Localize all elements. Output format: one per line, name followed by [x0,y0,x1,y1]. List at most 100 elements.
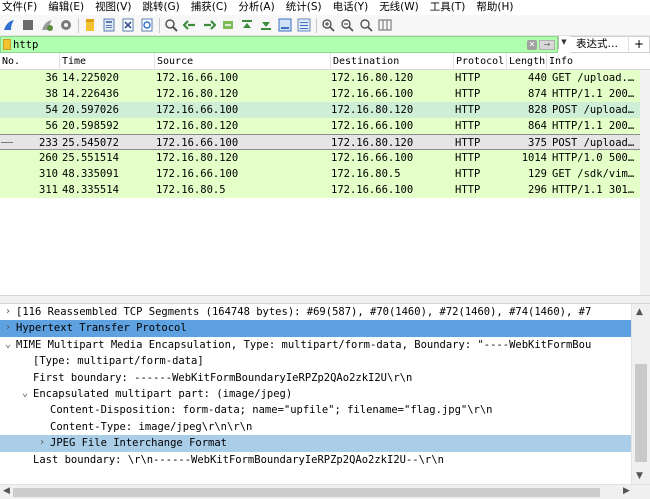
restart-icon[interactable] [39,17,55,33]
packet-destination: 172.16.66.100 [331,88,414,100]
go-back-arrow-icon[interactable] [182,17,198,33]
resize-columns-icon[interactable] [377,17,393,33]
collapse-chevron-icon[interactable]: ⌄ [3,337,13,353]
detail-tree-row[interactable]: › Hypertext Transfer Protocol [0,320,631,337]
scrollbar-thumb[interactable] [635,364,647,462]
expand-chevron-icon[interactable]: › [3,320,13,336]
column-header-info[interactable]: Info [547,53,650,70]
scroll-up-arrow-icon[interactable]: ▲ [636,307,643,317]
detail-tree-text: Content-Disposition: form-data; name="up… [50,404,493,417]
close-file-icon[interactable] [120,17,136,33]
packet-source: 172.16.66.100 [156,168,239,180]
menu-view[interactable]: 视图(V) [93,0,131,15]
packet-protocol: HTTP [455,88,481,100]
packet-time: 48.335514 [62,184,119,196]
save-file-icon[interactable] [101,17,117,33]
stop-square-icon[interactable] [20,17,36,33]
packet-list-header: No. Time Source Destination Protocol Len… [0,53,650,70]
detail-tree-text: JPEG File Interchange Format [50,437,228,450]
zoom-in-icon[interactable] [320,17,336,33]
scrollbar-thumb[interactable] [13,488,600,497]
packet-time: 20.597026 [62,104,119,116]
packet-row[interactable]: 38 14.226436 172.16.80.120 172.16.66.100 HTT… [0,86,650,102]
menu-wireless[interactable]: 无线(W) [377,0,419,15]
column-header-protocol[interactable]: Protocol [454,53,507,70]
menu-go[interactable]: 跳转(G) [140,0,179,15]
menu-analyze[interactable]: 分析(A) [236,0,274,15]
scroll-left-arrow-icon[interactable]: ◀ [3,486,10,496]
packet-row[interactable]: 260 25.551514 172.16.80.120 172.16.66.100 HT… [0,150,650,166]
scroll-down-arrow-icon[interactable]: ▼ [636,471,643,481]
detail-tree-row[interactable]: [Type: multipart/form-data] [0,353,631,369]
packet-row[interactable]: 233 25.545072 172.16.66.100 172.16.80.120 HT… [0,134,650,150]
display-filter-input[interactable] [13,37,527,52]
detail-tree-row[interactable]: › JPEG File Interchange Format [0,435,631,452]
expand-chevron-icon[interactable]: › [37,435,47,451]
zoom-normal-icon[interactable] [358,17,374,33]
details-horizontal-scrollbar[interactable]: ◀ ▶ [0,484,650,499]
detail-tree-row[interactable]: Content-Type: image/jpeg\r\n\r\n [0,419,631,435]
packet-source: 172.16.80.120 [156,152,239,164]
packet-protocol: HTTP [455,72,481,84]
filter-history-dropdown-icon[interactable]: ▼ [558,36,569,49]
zoom-out-icon[interactable] [339,17,355,33]
packet-destination: 172.16.66.100 [331,184,414,196]
expression-button[interactable]: 表达式… [570,36,628,53]
menu-telephony[interactable]: 电话(Y) [331,0,369,15]
packet-time: 48.335091 [62,168,119,180]
apply-filter-arrow-icon[interactable]: → [539,39,555,50]
autoscroll-icon[interactable] [277,17,293,33]
packet-row[interactable]: 36 14.225020 172.16.66.100 172.16.80.120 HTT… [0,70,650,86]
column-header-time[interactable]: Time [60,53,155,70]
menu-tools[interactable]: 工具(T) [428,0,466,15]
packet-row[interactable]: 311 48.335514 172.16.80.5 172.16.66.100 HTTP… [0,182,650,198]
menu-capture[interactable]: 捕获(C) [189,0,228,15]
last-packet-icon[interactable] [258,17,274,33]
column-header-source[interactable]: Source [155,53,331,70]
add-filter-button[interactable]: + [628,36,650,53]
detail-tree-text: Last boundary: \r\n------WebKitFormBound… [33,453,444,466]
colorize-icon[interactable] [296,17,312,33]
main-toolbar [0,15,650,36]
packet-row[interactable]: 310 48.335091 172.16.66.100 172.16.80.5 HTTP… [0,166,650,182]
packet-length: 864 [528,120,547,132]
column-header-destination[interactable]: Destination [331,53,454,70]
go-forward-arrow-icon[interactable] [201,17,217,33]
clear-filter-icon[interactable]: ✕ [527,39,537,50]
pane-splitter[interactable] [0,295,650,304]
menu-file[interactable]: 文件(F) [0,0,37,15]
column-header-no[interactable]: No. [0,53,60,70]
packet-length: 874 [528,88,547,100]
first-packet-icon[interactable] [239,17,255,33]
collapse-chevron-icon[interactable]: ⌄ [20,386,30,402]
menu-statistics[interactable]: 统计(S) [284,0,322,15]
expand-chevron-icon[interactable]: › [3,304,13,320]
packet-destination: 172.16.66.100 [331,120,414,132]
packet-row[interactable]: 56 20.598592 172.16.80.120 172.16.66.100 HTT… [0,118,650,134]
detail-tree-row[interactable]: ⌄ MIME Multipart Media Encapsulation, Typ… [0,337,631,353]
packet-time: 14.225020 [62,72,119,84]
detail-tree-row[interactable]: ⌄ Encapsulated multipart part: (image/jpe… [0,386,631,402]
shark-fin-start-icon[interactable] [1,17,17,33]
bookmark-icon[interactable] [3,39,11,50]
packet-list-scrollbar[interactable] [640,70,650,295]
column-header-length[interactable]: Length [507,53,547,70]
detail-tree-row[interactable]: First boundary: ------WebKitFormBoundary… [0,370,631,386]
detail-tree-row[interactable]: › [116 Reassembled TCP Segments (164748 b… [0,304,631,320]
scroll-right-arrow-icon[interactable]: ▶ [623,486,630,496]
packet-list: No. Time Source Destination Protocol Len… [0,53,650,295]
packet-destination: 172.16.80.120 [331,72,414,84]
packet-source: 172.16.80.120 [156,120,239,132]
find-magnifier-icon[interactable] [163,17,179,33]
reload-icon[interactable] [139,17,155,33]
detail-tree-row[interactable]: Last boundary: \r\n------WebKitFormBound… [0,452,631,468]
details-vertical-scrollbar[interactable]: ▲ ▼ [631,304,650,484]
menu-edit[interactable]: 编辑(E) [46,0,84,15]
packet-row[interactable]: 54 20.597026 172.16.66.100 172.16.80.120 HTT… [0,102,650,118]
menu-help[interactable]: 帮助(H) [474,0,513,15]
open-folder-icon[interactable] [82,17,98,33]
detail-tree-row[interactable]: Content-Disposition: form-data; name="up… [0,402,631,418]
go-to-packet-icon[interactable] [220,17,236,33]
options-gear-icon[interactable] [58,17,74,33]
toolbar-separator [78,17,79,33]
